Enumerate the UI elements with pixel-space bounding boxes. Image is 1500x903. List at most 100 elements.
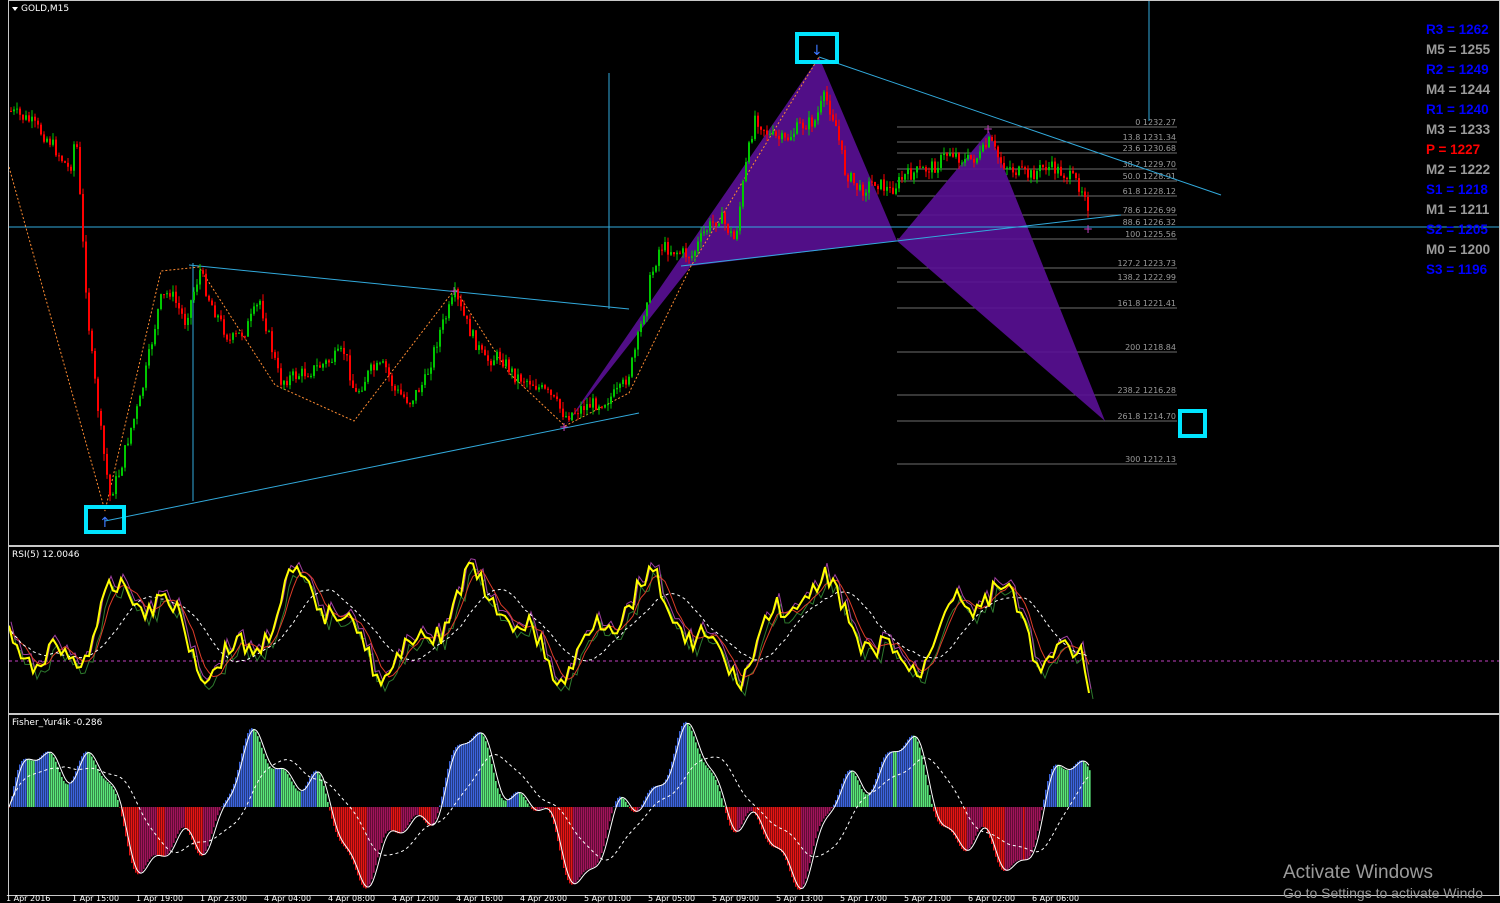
fisher-bar [783,807,785,856]
candle-body [709,221,711,231]
fisher-bar [277,768,279,807]
fisher-bar [213,807,215,828]
fisher-bar [853,772,855,807]
fisher-canvas[interactable] [9,715,1500,895]
fisher-bar [543,807,545,808]
candle-body [478,345,480,350]
candle-body [1063,175,1065,178]
fisher-bar [1029,807,1031,857]
fisher-bar [217,807,219,816]
candle-body [1027,168,1029,178]
candle-body [616,387,618,390]
fisher-bar [183,807,185,828]
fisher-bar [685,721,687,807]
fisher-bar [771,807,773,847]
fisher-bar [497,788,499,807]
candle-body [1054,161,1056,174]
fisher-bar [1041,807,1043,811]
candle-body [172,291,174,297]
candle-body [499,351,501,360]
fisher-bar [1021,807,1023,860]
candle-body [943,153,945,156]
fisher-bar [895,751,897,807]
candle-body [1030,170,1032,178]
fisher-indicator-panel[interactable]: Fisher_Yur4ik -0.286 [8,714,1500,896]
candle-body [538,387,540,390]
candle-body [637,332,639,350]
candle-body [379,362,381,364]
candle-body [304,368,306,377]
cross-marker-icon: + [1083,222,1093,236]
fisher-bar [141,807,143,872]
candle-body [805,128,807,130]
candle-body [682,248,684,254]
fisher-bar [465,743,467,807]
fisher-bar [83,753,85,807]
candle-body [193,291,195,301]
fisher-bar [417,807,419,815]
fisher-bar [665,779,667,807]
fisher-bar [137,807,139,875]
rsi-canvas[interactable] [9,547,1500,713]
fisher-bar [221,806,223,807]
fisher-bar [163,807,165,857]
candle-body [124,445,126,468]
fisher-bar [49,751,51,807]
candle-body [1006,167,1008,169]
trendline-upper-left[interactable] [188,264,630,310]
fisher-bar [741,807,743,825]
fisher-bar [145,807,147,866]
candle-body [994,140,996,147]
fisher-bar [579,807,581,878]
marker-box-target[interactable] [1178,409,1207,438]
fisher-bar [1059,765,1061,807]
fisher-bar [983,807,985,828]
fisher-bar [275,768,277,807]
candle-body [472,330,474,337]
candle-body [814,120,816,127]
fisher-bar [211,807,213,834]
fisher-bar [37,759,39,807]
fisher-bar [627,805,629,807]
price-chart-panel[interactable]: GOLD,M15 0 1232.27 13.8 1231.34 23.6 1230.… [8,0,1500,546]
fisher-bar [791,807,793,878]
watermark-subtitle: Go to Settings to activate Windo [1283,885,1483,901]
fisher-bar [603,807,605,847]
candle-body [442,319,444,330]
candle-body [1042,165,1044,168]
fisher-bar [53,757,55,807]
candle-body [160,294,162,310]
trendlines [9,1,1499,522]
fisher-bar [155,807,157,856]
fisher-bar [745,807,747,817]
candle-body [523,381,525,383]
fisher-bar [885,754,887,807]
candle-body [691,256,693,258]
fisher-bar [591,807,593,869]
fisher-bar [439,805,441,807]
candle-body [223,319,225,335]
candle-body [16,108,18,110]
price-chart-canvas[interactable]: 0 1232.27 13.8 1231.34 23.6 1230.68 38.2 12… [9,1,1500,545]
fisher-bar [437,807,439,814]
candle-body [733,231,735,240]
candle-body [397,389,399,391]
candle-body [787,137,789,141]
candle-body [643,316,645,324]
candle-body [28,115,30,122]
time-label: 5 Apr 09:00 [712,894,760,903]
fisher-bar [545,807,547,809]
fisher-bar [1079,760,1081,807]
candle-body [679,252,681,254]
fisher-bar [45,751,47,807]
candle-body [199,270,201,285]
candle-body [847,174,849,182]
fisher-bar [805,807,807,879]
candle-body [214,305,216,318]
candle-body [268,331,270,333]
fisher-bar [555,807,557,833]
rsi-indicator-panel[interactable]: RSI(5) 12.0046 [8,546,1500,714]
fisher-bar [411,807,413,819]
candle-body [547,388,549,390]
pivot-label: R3 = 1262 [1426,22,1489,37]
